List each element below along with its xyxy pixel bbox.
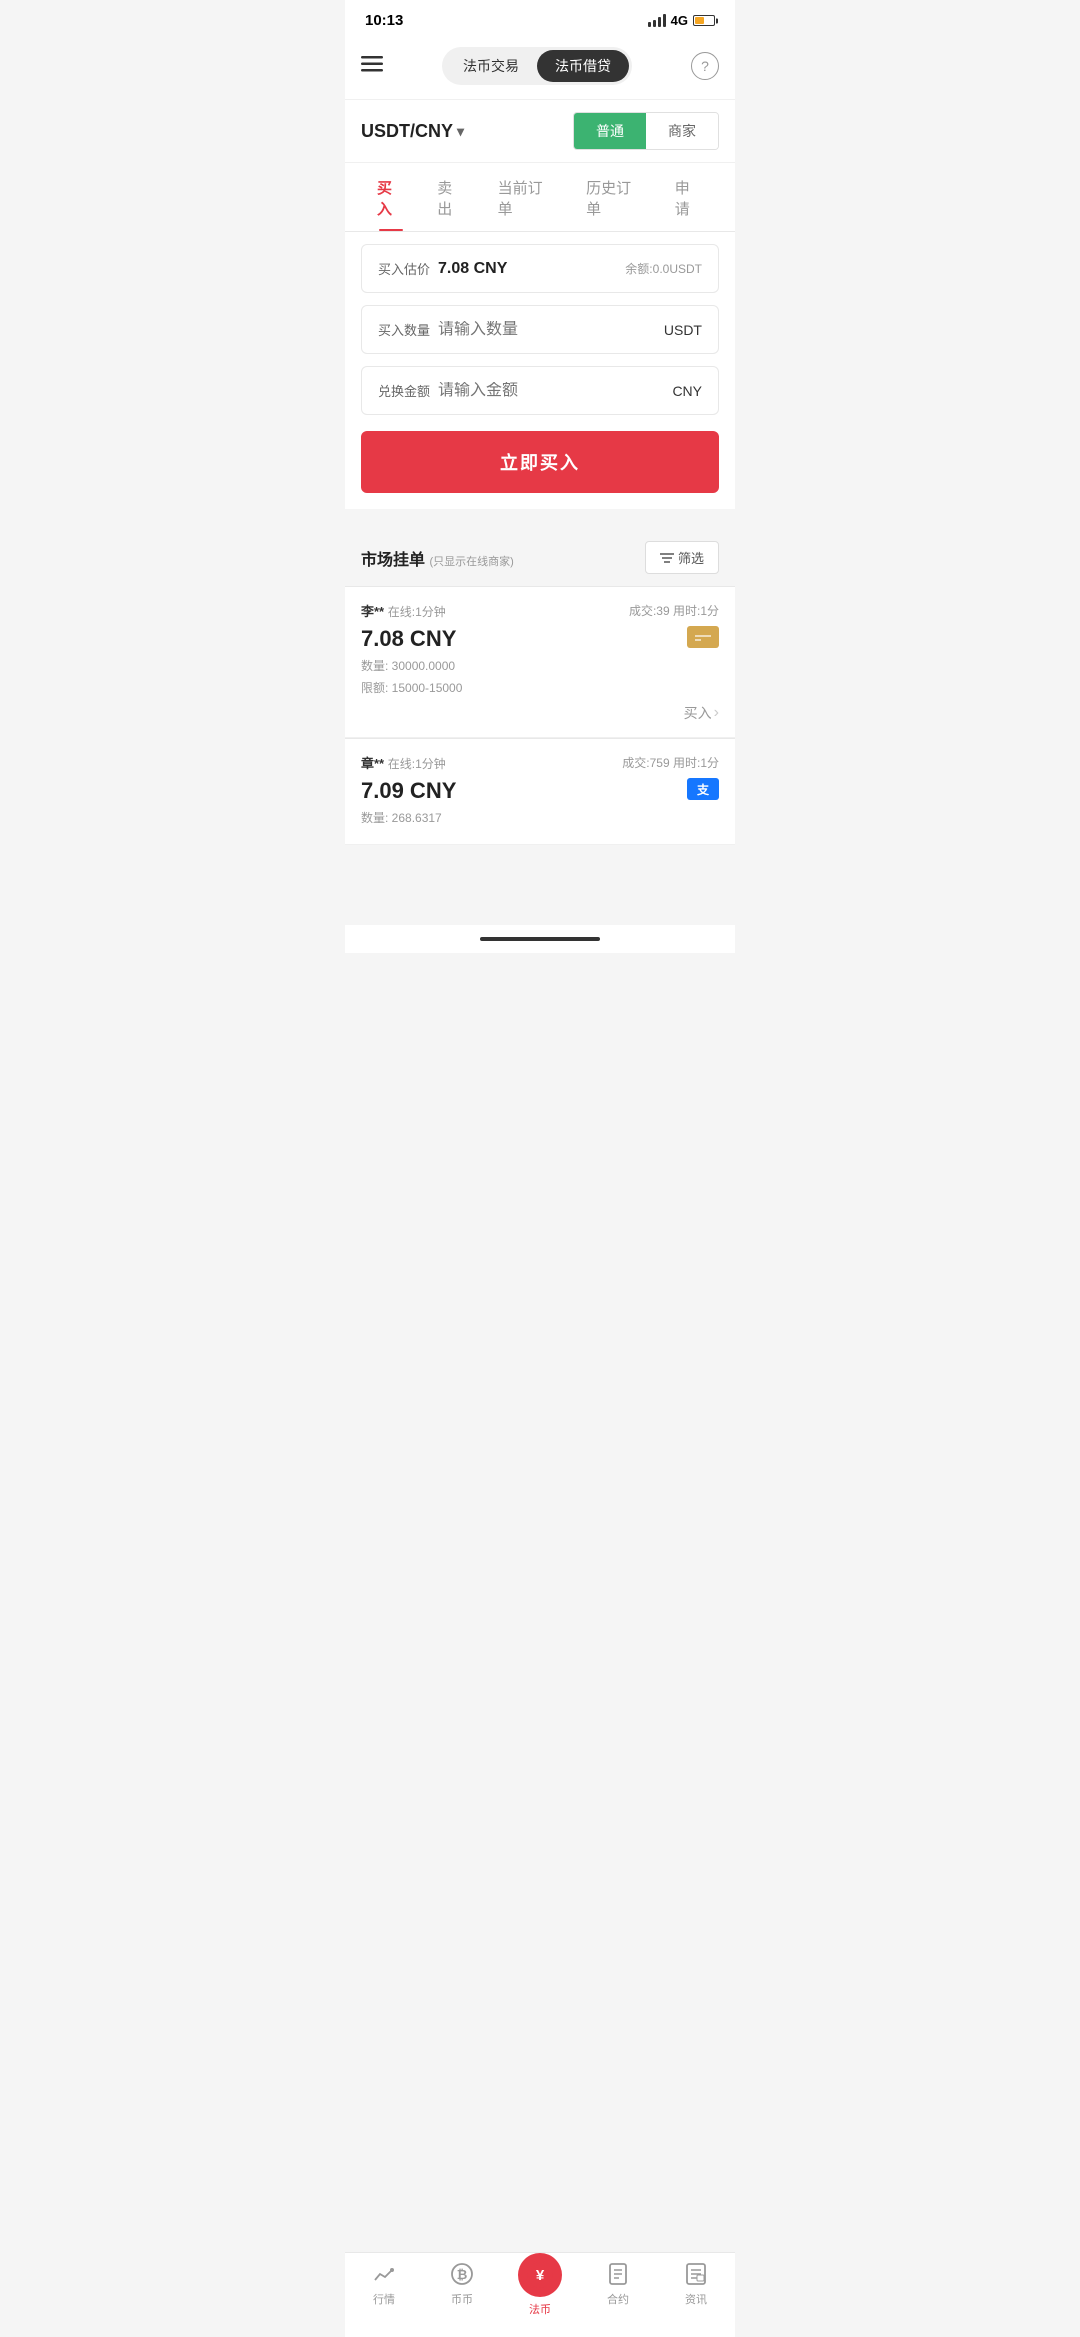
news-icon: [683, 2261, 709, 2287]
tab-fabi-trade[interactable]: 法币交易: [445, 50, 537, 82]
mode-normal[interactable]: 普通: [574, 113, 646, 149]
coin-icon: ₿: [449, 2261, 475, 2287]
filter-button[interactable]: 筛选: [645, 541, 719, 574]
market-subtitle: (只显示在线商家): [429, 556, 513, 568]
order-item: 李** 在线:1分钟 成交:39 用时:1分 7.08 CNY 数量: 3000…: [345, 587, 735, 738]
order-stats: 成交:39 用时:1分: [629, 602, 719, 619]
seller-online: 在线:1分钟: [388, 605, 446, 619]
home-indicator: [345, 925, 735, 953]
quantity-input[interactable]: [438, 321, 664, 339]
amount-unit: CNY: [672, 383, 702, 399]
tab-fabi-loan[interactable]: 法币借贷: [537, 50, 629, 82]
nav-news-label: 资讯: [685, 2291, 707, 2307]
signal-icon: [648, 14, 666, 27]
nav-market-label: 行情: [373, 2291, 395, 2307]
balance-display: 余额:0.0USDT: [625, 260, 702, 277]
buy-link[interactable]: 买入 ›: [684, 703, 719, 723]
nav-coin[interactable]: ₿ 币币: [432, 2261, 492, 2317]
quantity-label: 买入数量: [378, 320, 438, 339]
seller-online-2: 在线:1分钟: [388, 757, 446, 771]
seller-info-2: 章** 在线:1分钟: [361, 753, 446, 772]
battery-icon: [693, 15, 715, 26]
amount-input[interactable]: [438, 382, 672, 400]
market-title: 市场挂单: [361, 552, 425, 569]
tab-history-orders[interactable]: 历史订单: [570, 163, 659, 231]
market-header: 市场挂单 (只显示在线商家) 筛选: [345, 529, 735, 586]
estimate-value: 7.08 CNY: [438, 260, 625, 278]
buy-form: 买入估价 7.08 CNY 余额:0.0USDT 买入数量 USDT 兑换金额 …: [345, 232, 735, 509]
header: 法币交易 法币借贷 ?: [345, 37, 735, 100]
order-price-2: 7.09 CNY: [361, 778, 456, 804]
svg-text:¥: ¥: [536, 2267, 545, 2284]
order-stats-2: 成交:759 用时:1分: [622, 754, 719, 771]
order-details-2: 数量: 268.6317: [361, 808, 719, 830]
tab-apply[interactable]: 申请: [659, 163, 719, 231]
bottom-nav: 行情 ₿ 币币 ¥ 法币 合约: [345, 2252, 735, 2337]
fiat-icon: ¥: [518, 2253, 562, 2297]
nav-fiat[interactable]: ¥ 法币: [510, 2261, 570, 2317]
seller-name: 李**: [361, 604, 384, 619]
payment-bank-icon: [687, 626, 719, 648]
quantity-unit: USDT: [664, 322, 702, 338]
seller-name-2: 章**: [361, 756, 384, 771]
help-icon[interactable]: ?: [691, 52, 719, 80]
status-icons: 4G: [648, 13, 715, 28]
tab-sell[interactable]: 卖出: [421, 163, 481, 231]
estimate-label: 买入估价: [378, 259, 438, 278]
mode-merchant[interactable]: 商家: [646, 113, 718, 149]
mode-selector: 普通 商家: [573, 112, 719, 150]
status-time: 10:13: [365, 12, 403, 29]
tab-current-orders[interactable]: 当前订单: [482, 163, 571, 231]
market-title-area: 市场挂单 (只显示在线商家): [361, 546, 514, 570]
chevron-right-icon: ›: [714, 704, 719, 722]
amount-row: 兑换金额 CNY: [361, 366, 719, 415]
bottom-spacer: [345, 845, 735, 925]
order-action: 买入 ›: [361, 703, 719, 723]
content-tabs: 买入 卖出 当前订单 历史订单 申请: [345, 163, 735, 232]
pair-dropdown-arrow: ▾: [457, 123, 464, 140]
status-bar: 10:13 4G: [345, 0, 735, 37]
nav-coin-label: 币币: [451, 2291, 473, 2307]
order-price-row-2: 7.09 CNY 支: [361, 778, 719, 804]
order-details: 数量: 30000.0000 限额: 15000-15000: [361, 656, 719, 699]
quantity-row: 买入数量 USDT: [361, 305, 719, 354]
nav-news[interactable]: 资讯: [666, 2261, 726, 2317]
order-item-2: 章** 在线:1分钟 成交:759 用时:1分 7.09 CNY 支 数量: 2…: [345, 739, 735, 845]
nav-contract[interactable]: 合约: [588, 2261, 648, 2317]
svg-text:₿: ₿: [457, 2267, 468, 2282]
buy-button[interactable]: 立即买入: [361, 431, 719, 493]
nav-contract-label: 合约: [607, 2291, 629, 2307]
filter-icon: [660, 552, 674, 564]
order-price: 7.08 CNY: [361, 626, 456, 652]
pair-mode-bar: USDT/CNY ▾ 普通 商家: [345, 100, 735, 163]
trading-pair[interactable]: USDT/CNY ▾: [361, 121, 464, 142]
header-tab-group: 法币交易 法币借贷: [442, 47, 632, 85]
network-type: 4G: [671, 13, 688, 28]
market-section: 市场挂单 (只显示在线商家) 筛选 李** 在线:1分钟 成交:39 用时:1分: [345, 509, 735, 845]
contract-icon: [605, 2261, 631, 2287]
home-bar: [480, 937, 600, 941]
payment-alipay-icon: 支: [687, 778, 719, 800]
market-icon: [371, 2261, 397, 2287]
order-top-row-2: 章** 在线:1分钟 成交:759 用时:1分: [361, 753, 719, 772]
tab-buy[interactable]: 买入: [361, 163, 421, 231]
amount-label: 兑换金额: [378, 381, 438, 400]
order-price-row: 7.08 CNY: [361, 626, 719, 652]
order-top-row: 李** 在线:1分钟 成交:39 用时:1分: [361, 601, 719, 620]
nav-market[interactable]: 行情: [354, 2261, 414, 2317]
seller-info: 李** 在线:1分钟: [361, 601, 446, 620]
estimate-price-row: 买入估价 7.08 CNY 余额:0.0USDT: [361, 244, 719, 293]
nav-fiat-label: 法币: [529, 2301, 551, 2317]
menu-icon[interactable]: [361, 55, 383, 78]
